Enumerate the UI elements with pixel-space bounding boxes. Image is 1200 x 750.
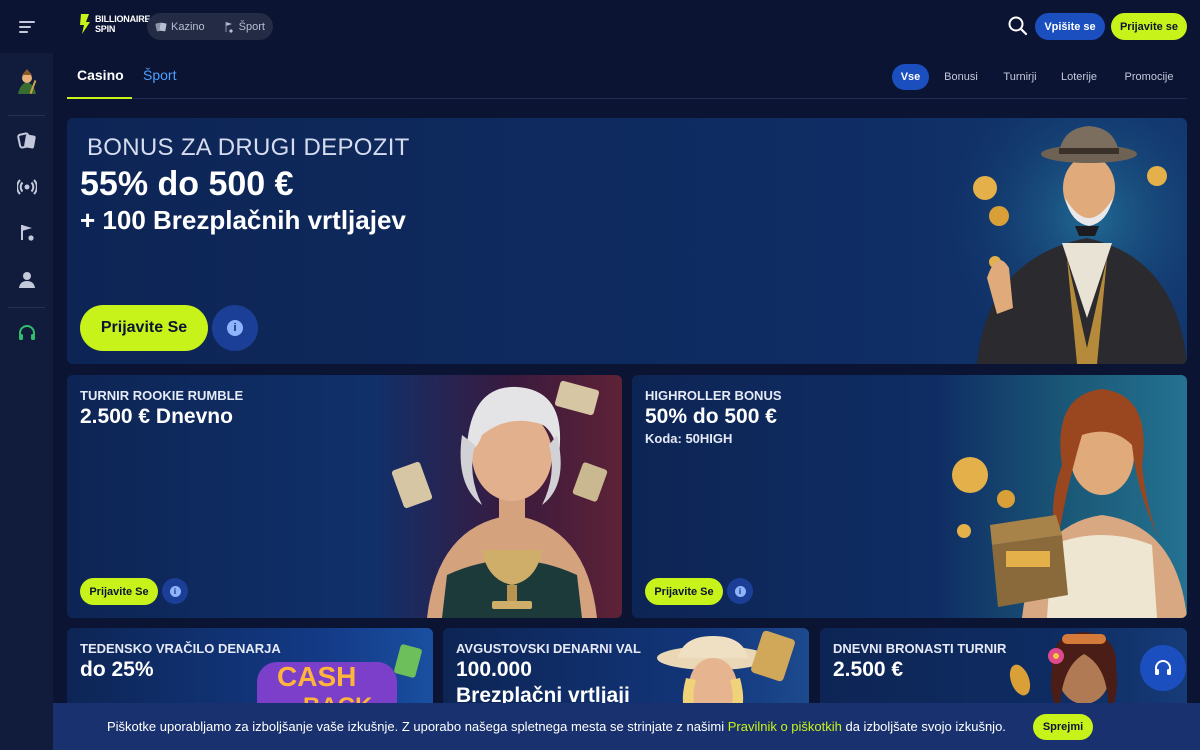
promo-title: 50% do 500 € [645, 405, 777, 428]
tab-casino[interactable]: Casino [77, 67, 124, 83]
promo-card-highroller[interactable]: HIGHROLLER BONUS 50% do 500 € Koda: 50HI… [632, 375, 1187, 618]
sub-navigation: Casino Šport Vse Bonusi Turnirji Loterij… [67, 53, 1187, 99]
hero-subtitle: + 100 Brezplačnih vrtljajev [80, 205, 406, 235]
hero-info-button[interactable]: i [212, 305, 258, 351]
product-label: Šport [238, 20, 265, 33]
hero-kicker: BONUS ZA DRUGI DEPOZIT [87, 134, 410, 161]
promo-card-rookie-rumble[interactable]: TURNIR ROOKIE RUMBLE 2.500 € Dnevno Prij… [67, 375, 622, 618]
cards-icon[interactable] [0, 123, 53, 159]
logo-icon [80, 14, 90, 34]
promo-title: 2.500 € Dnevno [80, 405, 233, 428]
hero-register-button[interactable]: Prijavite Se [80, 305, 208, 351]
cashback-art-text: CASH [277, 661, 356, 692]
promo-register-button[interactable]: Prijavite Se [80, 578, 158, 605]
cookie-accept-button[interactable]: Sprejmi [1033, 714, 1093, 740]
promo-title: 100.000 [456, 658, 532, 681]
cards-icon [155, 22, 167, 31]
hero-banner[interactable]: BONUS ZA DRUGI DEPOZIT 55% do 500 € + 10… [67, 118, 1187, 364]
product-kazino[interactable]: Kazino [155, 21, 205, 33]
cookie-banner: Piškotke uporabljamo za izboljšanje vaše… [53, 703, 1200, 750]
top-bar: BILLIONAIRE SPIN Kazino Šport Vpišite se… [0, 0, 1200, 53]
profile-icon[interactable] [0, 261, 53, 297]
promo-code: Koda: 50HIGH [645, 431, 733, 446]
promo-kicker: AVGUSTOVSKI DENARNI VAL [456, 641, 641, 656]
woman-with-trophy-illustration [391, 380, 608, 618]
filter-turnirji[interactable]: Turnirji [999, 64, 1041, 90]
filter-vse[interactable]: Vse [892, 64, 929, 90]
cookie-text: Piškotke uporabljamo za izboljšanje vaše… [107, 719, 1006, 734]
info-icon: i [169, 585, 181, 597]
filter-loterije[interactable]: Loterije [1057, 64, 1101, 90]
info-icon: i [227, 320, 243, 336]
cookie-text-after: da izboljšate svojo izkušnjo. [841, 719, 1006, 734]
hero-title: 55% do 500 € [80, 165, 294, 203]
cookie-text-before: Piškotke uporabljamo za izboljšanje vaše… [107, 719, 728, 734]
active-tab-indicator [67, 97, 132, 99]
promo-kicker: DNEVNI BRONASTI TURNIR [833, 641, 1007, 656]
sport-flag-icon[interactable] [0, 215, 53, 251]
promo-title: do 25% [80, 658, 154, 681]
filter-promocije[interactable]: Promocije [1121, 64, 1177, 90]
login-button[interactable]: Vpišite se [1035, 13, 1105, 40]
promo-info-button[interactable]: i [162, 578, 188, 604]
promo-register-button[interactable]: Prijavite Se [645, 578, 723, 605]
product-sport[interactable]: Šport [223, 21, 265, 33]
search-icon[interactable] [1007, 15, 1029, 37]
woman-with-treasure-illustration [952, 389, 1187, 618]
headset-icon [1155, 660, 1171, 675]
promo-kicker: HIGHROLLER BONUS [645, 388, 782, 403]
logo-text: BILLIONAIRE SPIN [95, 14, 151, 34]
divider [8, 307, 45, 308]
divider [8, 115, 45, 116]
support-chat-button[interactable] [1140, 645, 1186, 691]
filter-bonusi[interactable]: Bonusi [939, 64, 983, 90]
headset-icon[interactable] [0, 315, 53, 351]
cookie-policy-link[interactable]: Pravilnik o piškotkih [728, 719, 842, 734]
promo-info-button[interactable]: i [727, 578, 753, 604]
promo-kicker: TURNIR ROOKIE RUMBLE [80, 388, 244, 403]
logo[interactable]: BILLIONAIRE SPIN [79, 12, 151, 36]
product-switcher: Kazino Šport [147, 13, 273, 40]
sidebar [0, 53, 53, 750]
character-icon[interactable] [0, 65, 53, 101]
gentleman-illustration [947, 118, 1187, 364]
tab-sport[interactable]: Šport [143, 67, 176, 83]
product-label: Kazino [171, 20, 205, 33]
live-broadcast-icon[interactable] [0, 169, 53, 205]
info-icon: i [734, 585, 746, 597]
promo-title: 2.500 € [833, 658, 904, 681]
register-button[interactable]: Prijavite se [1111, 13, 1187, 40]
menu-icon[interactable] [0, 0, 53, 53]
sport-icon [225, 21, 233, 33]
